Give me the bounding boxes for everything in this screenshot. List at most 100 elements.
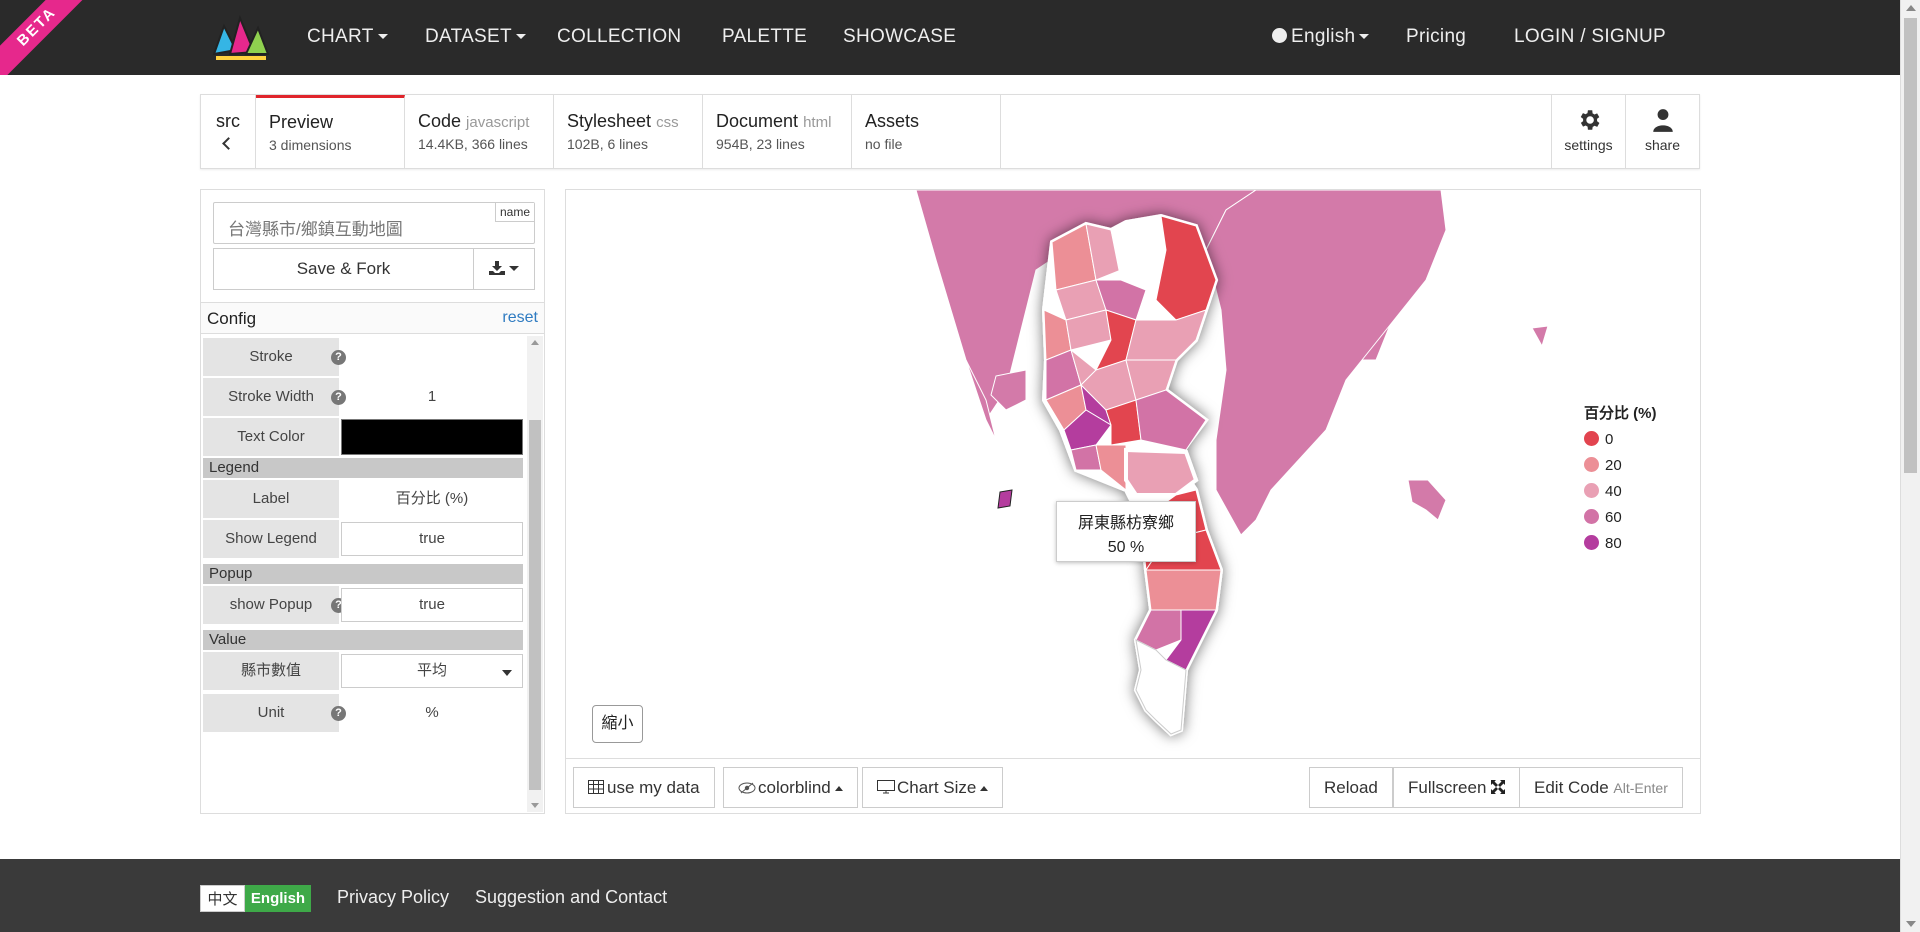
map-islet-east[interactable] (1531, 325, 1549, 348)
chevron-up-icon (980, 786, 989, 792)
edit-code-label: Edit Code (1534, 778, 1609, 797)
config-label: Show Legend (203, 520, 339, 558)
fullscreen-label: Fullscreen (1408, 778, 1487, 797)
scroll-up-icon[interactable] (531, 340, 539, 345)
township[interactable] (1135, 389, 1207, 451)
map-legend: 百分比 (%) 0 20 40 60 80 (1584, 402, 1657, 557)
legend-label: 20 (1605, 457, 1622, 474)
nav-chart[interactable]: CHART (307, 26, 388, 48)
src-toggle[interactable]: src (201, 95, 256, 168)
tab-info: 3 dimensions (269, 137, 352, 153)
tooltip-value: 50 % (1107, 539, 1145, 556)
nav-showcase[interactable]: SHOWCASE (843, 26, 956, 48)
config-label: Label (203, 480, 339, 518)
share-button[interactable]: share (1625, 95, 1699, 168)
config-label: Text Color (203, 418, 339, 456)
expand-icon (1491, 780, 1506, 794)
table-icon (588, 780, 604, 794)
map-islet-liuqiu[interactable] (997, 489, 1013, 509)
colorblind-button[interactable]: colorblind (723, 767, 858, 808)
zoom-out-button[interactable]: 縮小 (592, 705, 643, 743)
config-row-county-value: 縣市數值 平均 (203, 652, 523, 690)
lang-chinese-button[interactable]: 中文 (200, 885, 245, 912)
legend-label-value[interactable]: 百分比 (%) (341, 480, 523, 518)
show-legend-toggle[interactable]: true (341, 522, 523, 556)
tab-preview[interactable]: Preview 3 dimensions (256, 95, 405, 168)
township[interactable] (1145, 569, 1222, 611)
tab-assets[interactable]: Assets no file (852, 95, 1001, 168)
src-label: src (216, 111, 240, 131)
config-label: 縣市數值 (203, 652, 339, 690)
scroll-down-icon[interactable] (531, 803, 539, 808)
tab-title: Assets (865, 111, 920, 131)
chart-name-input[interactable]: 台灣縣市/鄉鎮互動地圖 name (213, 202, 535, 244)
nav-collection[interactable]: COLLECTION (557, 26, 681, 48)
share-label: share (1644, 137, 1681, 153)
nav-login[interactable]: LOGIN / SIGNUP (1514, 26, 1666, 48)
page-scrollbar[interactable] (1900, 0, 1920, 932)
language-selector[interactable]: English (1272, 26, 1370, 48)
tab-sub: css (656, 114, 679, 131)
config-scrollbar[interactable] (527, 336, 543, 812)
tab-code[interactable]: Code javascript 14.4KB, 366 lines (405, 95, 554, 168)
editor-tabbar: src Preview 3 dimensions Code javascript… (200, 94, 1700, 169)
township-active[interactable] (1124, 447, 1199, 497)
chart-size-button[interactable]: Chart Size (862, 767, 1004, 808)
nav-palette[interactable]: PALETTE (722, 26, 807, 48)
chevron-up-icon (834, 786, 843, 792)
county-value-select[interactable]: 平均 (341, 654, 523, 688)
eye-slash-icon (738, 782, 756, 794)
lang-english-button[interactable]: English (245, 885, 311, 912)
reload-button[interactable]: Reload (1309, 767, 1393, 808)
reset-link[interactable]: reset (502, 309, 538, 327)
legend-label: 80 (1605, 535, 1622, 552)
taiwan-map[interactable] (566, 190, 1700, 760)
settings-button[interactable]: settings (1551, 95, 1625, 168)
settings-label: settings (1564, 137, 1613, 153)
text-color-swatch[interactable] (341, 419, 523, 455)
chart-size-label: Chart Size (897, 778, 977, 797)
edit-code-button[interactable]: Edit Code Alt-Enter (1519, 767, 1683, 808)
config-title: Config (207, 309, 257, 328)
stroke-width-value[interactable]: 1 (341, 378, 523, 416)
legend-swatch (1584, 483, 1599, 498)
privacy-policy-link[interactable]: Privacy Policy (337, 887, 449, 908)
chevron-down-icon (515, 34, 526, 40)
fullscreen-button[interactable]: Fullscreen (1393, 767, 1521, 808)
config-label: Unit (203, 694, 339, 732)
legend-swatch (1584, 457, 1599, 472)
legend-swatch (1584, 535, 1599, 550)
save-fork-button[interactable]: Save & Fork (213, 248, 474, 290)
globe-icon (1272, 28, 1287, 43)
scrollbar-thumb[interactable] (1904, 18, 1917, 473)
tab-info: 102B, 6 lines (567, 136, 648, 152)
nav-dataset[interactable]: DATASET (425, 26, 526, 48)
scroll-down-icon[interactable] (1906, 921, 1916, 927)
download-button[interactable] (474, 248, 535, 290)
chevron-down-icon (509, 266, 519, 272)
legend-label: 60 (1605, 509, 1622, 526)
stroke-value[interactable] (341, 338, 523, 376)
legend-item: 80 (1584, 531, 1657, 557)
logo-icon[interactable] (210, 14, 272, 62)
scroll-up-icon[interactable] (1906, 5, 1916, 11)
language-label: English (1291, 26, 1356, 47)
contact-link[interactable]: Suggestion and Contact (475, 887, 667, 908)
tab-document[interactable]: Document html 954B, 23 lines (703, 95, 852, 168)
tooltip-name: 屏東縣枋寮鄉 (1077, 515, 1174, 532)
chevron-down-icon (1359, 34, 1370, 40)
unit-value[interactable]: % (341, 694, 523, 732)
map-islet-orchid[interactable] (1407, 479, 1447, 521)
show-popup-toggle[interactable]: true (341, 588, 523, 622)
tab-sub: javascript (466, 114, 530, 131)
scrollbar-thumb[interactable] (529, 420, 541, 790)
chevron-down-icon (377, 34, 388, 40)
nav-pricing[interactable]: Pricing (1406, 26, 1466, 48)
config-label: show Popup (203, 586, 339, 624)
use-my-data-button[interactable]: use my data (573, 767, 715, 808)
section-legend: Legend (203, 458, 523, 478)
tab-info: 14.4KB, 366 lines (418, 136, 528, 152)
chart-preview: 屏東縣枋寮鄉 50 % 縮小 百分比 (%) 0 20 40 60 80 use… (565, 189, 1701, 814)
edit-code-shortcut: Alt-Enter (1613, 780, 1668, 796)
tab-stylesheet[interactable]: Stylesheet css 102B, 6 lines (554, 95, 703, 168)
